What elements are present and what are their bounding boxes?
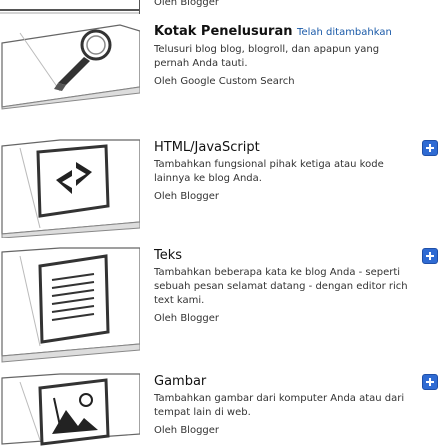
gadget-info: Kotak Penelusuran Telah ditambahkan Telu… <box>154 22 434 89</box>
previous-gadget-partial: Oleh Blogger <box>0 0 438 16</box>
add-gadget-button[interactable] <box>422 248 438 264</box>
code-brackets-icon <box>1 139 140 238</box>
gadget-item-image[interactable]: Gambar Tambahkan gambar dari komputer An… <box>0 372 438 446</box>
gadget-title[interactable]: Gambar <box>154 374 434 390</box>
gadget-description: Tambahkan fungsional pihak ketiga atau k… <box>154 159 384 184</box>
gadget-author: Oleh Blogger <box>154 425 220 436</box>
added-status-label: Telah ditambahkan <box>297 27 392 38</box>
gadget-author: Oleh Blogger <box>154 313 220 324</box>
gadget-description: Tambahkan gambar dari komputer Anda atau… <box>154 393 405 418</box>
gadget-title-text: Kotak Penelusuran <box>154 24 293 39</box>
gadget-item-search-box[interactable]: Kotak Penelusuran Telah ditambahkan Telu… <box>0 22 438 110</box>
gadget-info: Teks Tambahkan beberapa kata ke blog And… <box>154 246 438 326</box>
gadget-item-text[interactable]: Teks Tambahkan beberapa kata ke blog And… <box>0 246 438 364</box>
image-icon <box>1 373 140 446</box>
gadget-author: Oleh Blogger <box>154 191 220 202</box>
gadget-item-html-javascript[interactable]: HTML/JavaScript Tambahkan fungsional pih… <box>0 138 438 238</box>
gadget-info: HTML/JavaScript Tambahkan fungsional pih… <box>154 138 438 204</box>
gadget-title[interactable]: Teks <box>154 248 434 264</box>
add-gadget-button[interactable] <box>422 374 438 390</box>
previous-gadget-byline: Oleh Blogger <box>154 0 220 8</box>
gadget-description: Telusuri blog blog, blogroll, dan apapun… <box>154 44 380 69</box>
gadget-title[interactable]: Kotak Penelusuran Telah ditambahkan <box>154 24 434 41</box>
gadget-info: Gambar Tambahkan gambar dari komputer An… <box>154 372 438 438</box>
previous-gadget-thumbnail <box>0 0 141 14</box>
gadget-title[interactable]: HTML/JavaScript <box>154 140 434 156</box>
gadget-author: Oleh Google Custom Search <box>154 76 295 87</box>
text-lines-icon <box>1 247 140 363</box>
search-magnifier-icon <box>1 24 140 110</box>
gadget-description: Tambahkan beberapa kata ke blog Anda - s… <box>154 267 408 306</box>
add-gadget-button[interactable] <box>422 140 438 156</box>
